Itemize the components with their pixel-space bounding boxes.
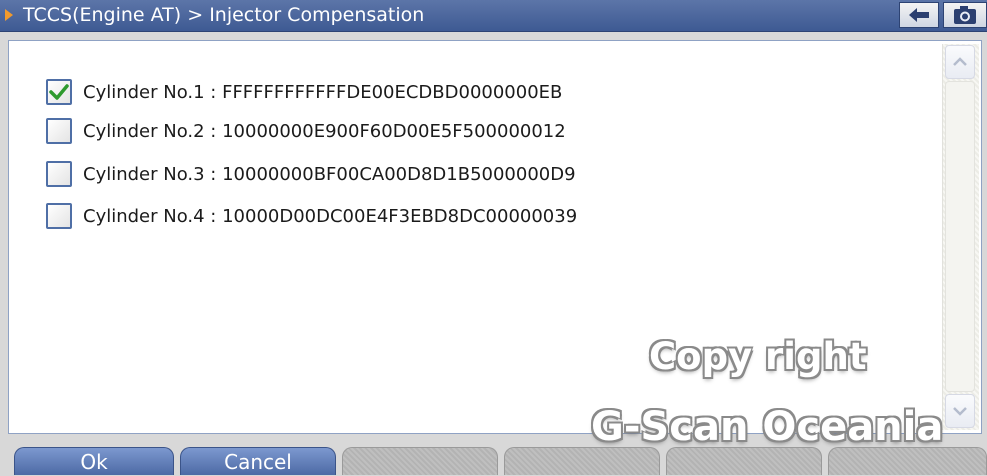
scroll-thumb[interactable] (945, 81, 975, 392)
back-arrow-icon (909, 8, 929, 22)
watermark-line-2: G-Scan Oceania (591, 404, 944, 450)
list-item[interactable]: Cylinder No.1 : FFFFFFFFFFFFDE00ECDBD000… (46, 76, 562, 108)
scroll-down-button[interactable] (945, 394, 975, 428)
cylinder-4-checkbox[interactable] (46, 203, 72, 229)
camera-icon (954, 6, 976, 24)
list-item[interactable]: Cylinder No.2 : 10000000E900F60D00E5F500… (46, 115, 566, 147)
checkmark-icon (49, 84, 69, 100)
cylinder-3-checkbox[interactable] (46, 161, 72, 187)
page-title: TCCS(Engine AT) > Injector Compensation (23, 4, 425, 26)
empty-function-button (342, 447, 498, 475)
cancel-button[interactable]: Cancel (180, 447, 336, 475)
vertical-scrollbar[interactable] (942, 44, 979, 430)
camera-button[interactable] (943, 2, 987, 28)
empty-function-button (504, 447, 660, 475)
ok-button[interactable]: Ok (14, 447, 174, 475)
scroll-up-button[interactable] (945, 45, 975, 79)
cylinder-4-label: Cylinder No.4 : 10000D00DC00E4F3EBD8DC00… (83, 205, 578, 227)
cylinder-2-checkbox[interactable] (46, 118, 72, 144)
watermark-line-1: Copy right (649, 335, 867, 378)
list-item[interactable]: Cylinder No.4 : 10000D00DC00E4F3EBD8DC00… (46, 200, 577, 232)
title-bar: TCCS(Engine AT) > Injector Compensation (0, 0, 987, 32)
list-item[interactable]: Cylinder No.3 : 10000000BF00CA00D8D1B500… (46, 158, 576, 190)
cylinder-1-label: Cylinder No.1 : FFFFFFFFFFFFDE00ECDBD000… (83, 81, 563, 103)
empty-function-button (828, 447, 987, 475)
cylinder-1-checkbox[interactable] (46, 79, 72, 105)
chevron-down-icon (953, 407, 967, 416)
cylinder-3-label: Cylinder No.3 : 10000000BF00CA00D8D1B500… (83, 163, 576, 185)
empty-function-button (666, 447, 822, 475)
back-button[interactable] (899, 2, 939, 28)
cylinder-2-label: Cylinder No.2 : 10000000E900F60D00E5F500… (83, 120, 566, 142)
play-arrow-icon (5, 9, 13, 21)
chevron-up-icon (953, 57, 967, 66)
